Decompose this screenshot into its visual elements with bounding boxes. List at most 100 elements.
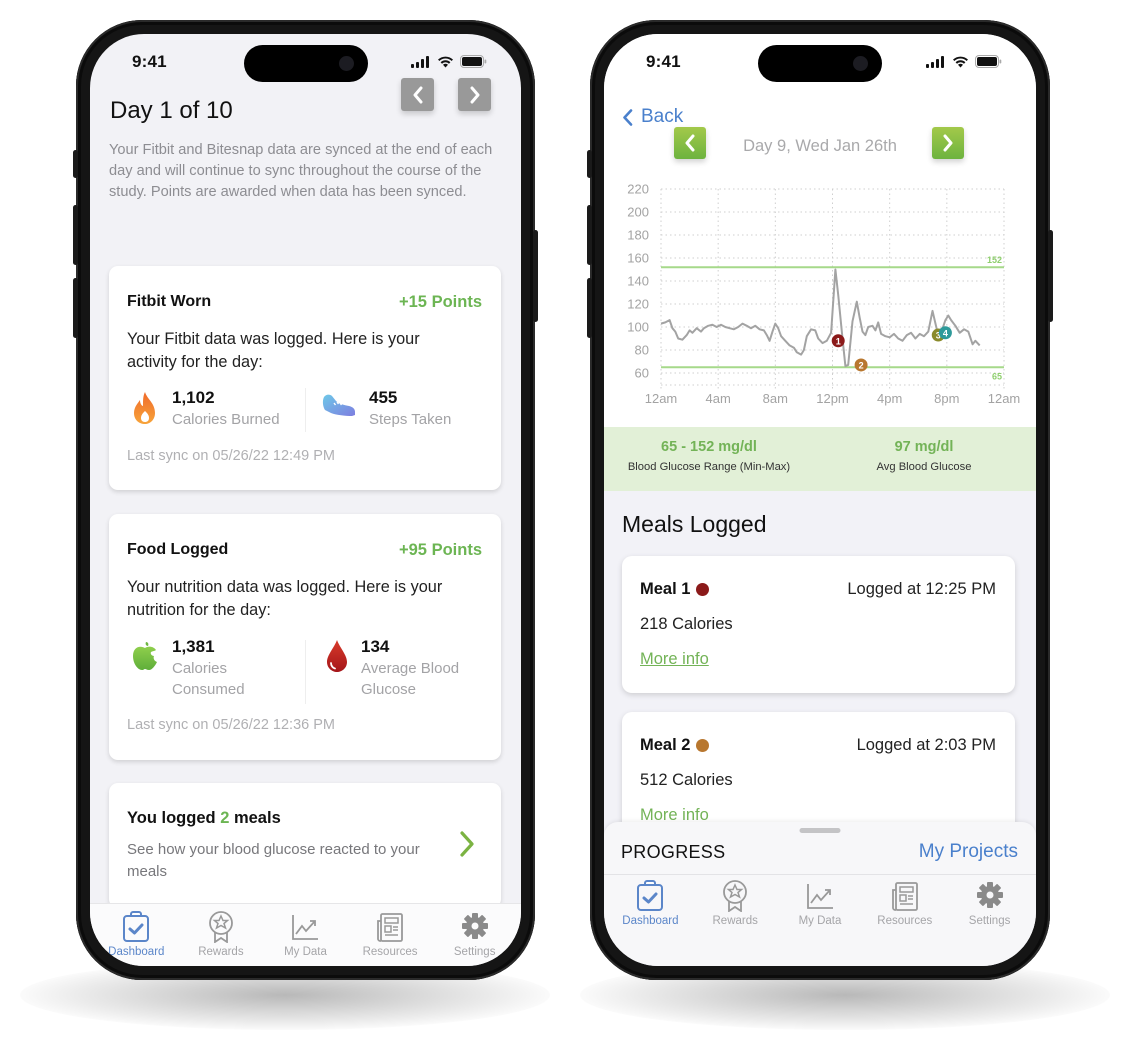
left-screen: 9:41 Day 1 of 10 Your Fitbit and Bitesna… <box>90 34 521 966</box>
clipboard-check-icon <box>123 911 150 942</box>
tab-resources[interactable]: Resources <box>862 880 947 927</box>
meal-name: Meal 1 <box>640 580 710 599</box>
meal-logged-time: Logged at 12:25 PM <box>847 580 996 598</box>
tab-dashboard[interactable]: Dashboard <box>94 911 179 958</box>
gear-icon <box>976 882 1003 908</box>
chevron-left-icon <box>413 86 422 103</box>
card-title: Fitbit Worn <box>127 293 212 310</box>
meals-subtitle: See how your blood glucose reacted to yo… <box>127 841 420 880</box>
meal-calories: 512 Calories <box>640 771 733 789</box>
dynamic-island <box>243 45 368 82</box>
cellular-signal-icon <box>926 55 944 68</box>
meals-title-prefix: You logged <box>127 809 221 827</box>
progress-label: PROGRESS <box>621 842 726 862</box>
y-tick-label: 160 <box>627 251 649 266</box>
tab-dashboard[interactable]: Dashboard <box>608 880 693 927</box>
stat-value: 1,102 <box>172 388 215 407</box>
food-logged-card: Food Logged +95 Points Your nutrition da… <box>109 514 501 760</box>
chevron-right-icon <box>470 86 479 103</box>
action-button <box>73 150 78 178</box>
right-screen: 9:41 Back Day 9, Wed Jan 26th 60 80 100 120… <box>604 34 1036 966</box>
meals-count: 2 <box>220 809 230 827</box>
tab-label: Rewards <box>198 946 244 958</box>
chevron-left-icon <box>623 108 633 126</box>
meals-title-suffix: meals <box>229 809 281 827</box>
points-badge: +95 Points <box>399 541 482 559</box>
battery-icon <box>975 55 1002 68</box>
stat-value: 1,381 <box>172 637 215 656</box>
fitbit-worn-card: Fitbit Worn +15 Points Your Fitbit data … <box>109 266 501 490</box>
logged-meals-card[interactable]: You logged 2 meals See how your blood gl… <box>109 783 501 908</box>
card-title: Food Logged <box>127 541 229 558</box>
meal-name: Meal 2 <box>640 736 710 755</box>
blood-drop-icon <box>327 640 347 672</box>
cellular-signal-icon <box>411 55 429 68</box>
tab-my-data[interactable]: My Data <box>778 880 863 927</box>
tab-settings[interactable]: Settings <box>947 880 1032 927</box>
stat-label: Calories Burned <box>172 411 280 428</box>
tab-rewards[interactable]: Rewards <box>693 880 778 927</box>
newspaper-icon <box>891 882 918 911</box>
wifi-icon <box>438 56 453 67</box>
tab-resources[interactable]: Resources <box>348 911 433 958</box>
meals-count-title: You logged 2 meals <box>127 809 281 828</box>
sheet-grabber[interactable] <box>799 828 841 833</box>
volume-down-button <box>587 278 592 338</box>
meal-logged-time: Logged at 2:03 PM <box>856 736 996 754</box>
stat-value: 455 <box>369 388 398 407</box>
previous-day-button[interactable] <box>401 78 434 111</box>
my-projects-link[interactable]: My Projects <box>919 841 1018 863</box>
stat-label-line-1: Calories <box>172 660 228 677</box>
x-tick-label: 12pm <box>816 391 849 406</box>
tab-label: Dashboard <box>622 915 679 927</box>
y-tick-label: 200 <box>627 205 649 220</box>
tab-bar-items: Dashboard Rewards My Data Resources Sett… <box>604 880 1036 927</box>
y-tick-label: 180 <box>627 228 649 243</box>
back-label: Back <box>641 106 684 127</box>
chevron-right-icon[interactable] <box>459 831 475 857</box>
reference-line-label: 65 <box>992 371 1002 381</box>
back-button[interactable]: Back <box>622 106 683 128</box>
average-blood-glucose-stat: 134 Average Blood Glucose <box>322 636 459 700</box>
glucose-line <box>660 268 981 368</box>
volume-up-button <box>587 205 592 265</box>
line-chart-icon <box>807 884 833 909</box>
blood-glucose-chart: 60 80 100 120 140 160 180 200 220 12am 4am 8am 12pm 4… <box>627 182 1021 407</box>
newspaper-icon <box>377 913 403 942</box>
power-button <box>533 230 538 322</box>
meal-calories: 218 Calories <box>640 615 733 633</box>
stat-value: 134 <box>361 637 390 656</box>
stat-divider <box>305 640 306 704</box>
stat-divider <box>305 388 306 432</box>
more-info-link[interactable]: More info <box>640 650 709 669</box>
tab-settings[interactable]: Settings <box>432 911 517 958</box>
meal-marker-label: 2 <box>859 360 864 370</box>
y-tick-label: 140 <box>627 274 649 289</box>
glucose-range-summary: 65 - 152 mg/dl Blood Glucose Range (Min-… <box>604 439 814 473</box>
x-tick-label: 8am <box>763 391 788 406</box>
volume-up-button <box>73 205 78 265</box>
tab-rewards[interactable]: Rewards <box>179 911 264 958</box>
avg-glucose-summary: 97 mg/dl Avg Blood Glucose <box>824 439 1024 473</box>
next-day-button[interactable] <box>458 78 491 111</box>
meal-name-text: Meal 1 <box>640 580 691 598</box>
status-time: 9:41 <box>132 52 167 71</box>
x-tick-label: 12am <box>988 391 1021 406</box>
last-sync-text: Last sync on 05/26/22 12:36 PM <box>127 717 335 733</box>
y-tick-label: 220 <box>627 182 649 197</box>
tab-label: Settings <box>968 915 1011 927</box>
date-label: Day 9, Wed Jan 26th <box>743 137 897 155</box>
x-tick-label: 4am <box>706 391 731 406</box>
y-tick-label: 120 <box>627 297 649 312</box>
tab-my-data[interactable]: My Data <box>263 911 348 958</box>
award-badge-icon <box>723 880 748 912</box>
tab-label: Settings <box>453 946 496 958</box>
meal-color-dot <box>696 739 710 752</box>
award-badge-icon <box>208 911 233 943</box>
last-sync-text: Last sync on 05/26/22 12:49 PM <box>127 448 335 464</box>
next-day-button[interactable] <box>932 127 964 159</box>
volume-down-button <box>73 278 78 338</box>
stat-label: Steps Taken <box>369 411 452 428</box>
meal-name-text: Meal 2 <box>640 736 691 754</box>
stat-label-line-2: Glucose <box>361 681 417 698</box>
